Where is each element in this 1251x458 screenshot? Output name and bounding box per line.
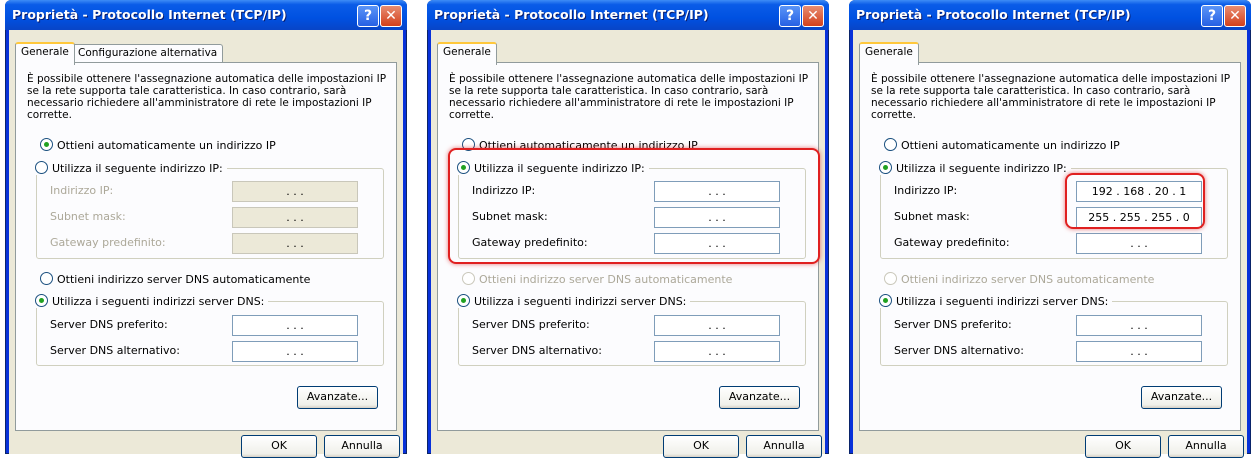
cancel-button[interactable]: Annulla (746, 435, 822, 458)
radio-empty-icon (40, 272, 53, 285)
tcpip-dialog-1: Proprietà - Protocollo Internet (TCP/IP)… (5, 0, 407, 458)
dns-group-box: Server DNS preferito: . . . Server DNS a… (36, 301, 384, 366)
radio-dns-auto[interactable]: Ottieni indirizzo server DNS automaticam… (40, 272, 310, 286)
ip-address-label: Indirizzo IP: (50, 184, 114, 197)
tcpip-dialog-2: Proprietà - Protocollo Internet (TCP/IP)… (427, 0, 829, 458)
window-title: Proprietà - Protocollo Internet (TCP/IP) (12, 7, 287, 22)
subnet-mask-field[interactable]: . . . (232, 207, 358, 228)
dns-preferred-label: Server DNS preferito: (50, 318, 168, 331)
client-area: Generale Configurazione alternativa È po… (9, 30, 403, 458)
radio-empty-icon (35, 161, 48, 174)
radio-ip-manual-label: Utilizza il seguente indirizzo IP: (896, 162, 1067, 175)
cancel-button[interactable]: Annulla (1168, 435, 1244, 458)
gateway-field[interactable]: . . . (232, 233, 358, 254)
tab-generale[interactable]: Generale (15, 42, 75, 65)
help-button[interactable]: ? (779, 5, 801, 27)
tcpip-dialog-3: Proprietà - Protocollo Internet (TCP/IP)… (849, 0, 1251, 458)
title-bar[interactable]: Proprietà - Protocollo Internet (TCP/IP)… (5, 0, 407, 30)
gateway-label: Gateway predefinito: (894, 236, 1010, 249)
close-button[interactable]: ✕ (802, 5, 824, 27)
dns-group-box: Server DNS preferito: . . . Server DNS a… (880, 301, 1228, 366)
dns-preferred-label: Server DNS preferito: (472, 318, 590, 331)
radio-dns-auto-label: Ottieni indirizzo server DNS automaticam… (57, 273, 311, 286)
description-text: È possibile ottenere l'assegnazione auto… (449, 73, 809, 121)
dns-group-box: Server DNS preferito: . . . Server DNS a… (458, 301, 806, 366)
radio-ip-auto-label: Ottieni automaticamente un indirizzo IP (901, 139, 1120, 152)
subnet-mask-label: Subnet mask: (894, 210, 970, 223)
radio-dns-auto[interactable]: Ottieni indirizzo server DNS automaticam… (884, 272, 1154, 286)
radio-selected-icon (879, 294, 892, 307)
radio-empty-icon (884, 138, 897, 151)
highlight-box (1065, 173, 1205, 229)
tab-strip: Generale (437, 42, 819, 65)
client-area: Generale È possibile ottenere l'assegnaz… (431, 30, 825, 458)
window-title: Proprietà - Protocollo Internet (TCP/IP) (434, 7, 709, 22)
description-text: È possibile ottenere l'assegnazione auto… (27, 73, 387, 121)
advanced-button[interactable]: Avanzate... (719, 386, 800, 409)
radio-empty-icon (884, 272, 897, 285)
radio-ip-auto[interactable]: Ottieni automaticamente un indirizzo IP (40, 138, 276, 152)
gateway-label: Gateway predefinito: (50, 236, 166, 249)
dns-alternate-field[interactable]: . . . (232, 341, 358, 362)
radio-dns-auto-label: Ottieni indirizzo server DNS automaticam… (901, 273, 1155, 286)
window-title: Proprietà - Protocollo Internet (TCP/IP) (856, 7, 1131, 22)
tab-panel: È possibile ottenere l'assegnazione auto… (437, 62, 820, 431)
tab-generale[interactable]: Generale (437, 42, 497, 65)
tab-generale[interactable]: Generale (859, 42, 919, 65)
radio-dns-manual-label: Utilizza i seguenti indirizzi server DNS… (474, 295, 687, 308)
radio-ip-manual[interactable]: Utilizza il seguente indirizzo IP: (875, 161, 1071, 175)
radio-ip-auto-label: Ottieni automaticamente un indirizzo IP (57, 139, 276, 152)
radio-dns-manual[interactable]: Utilizza i seguenti indirizzi server DNS… (453, 294, 691, 308)
help-button[interactable]: ? (1201, 5, 1223, 27)
radio-dns-manual[interactable]: Utilizza i seguenti indirizzi server DNS… (875, 294, 1113, 308)
radio-selected-icon (457, 294, 470, 307)
dns-preferred-field[interactable]: . . . (654, 315, 780, 336)
radio-selected-icon (879, 161, 892, 174)
client-area: Generale È possibile ottenere l'assegnaz… (853, 30, 1247, 458)
radio-ip-manual[interactable]: Utilizza il seguente indirizzo IP: (31, 161, 227, 175)
advanced-button[interactable]: Avanzate... (1141, 386, 1222, 409)
dns-preferred-field[interactable]: . . . (1076, 315, 1202, 336)
highlight-box (448, 148, 820, 264)
ok-button[interactable]: OK (663, 435, 739, 458)
radio-selected-icon (40, 138, 53, 151)
radio-dns-manual[interactable]: Utilizza i seguenti indirizzi server DNS… (31, 294, 269, 308)
ip-address-field[interactable]: . . . (232, 181, 358, 202)
radio-dns-manual-label: Utilizza i seguenti indirizzi server DNS… (896, 295, 1109, 308)
ok-button[interactable]: OK (1085, 435, 1161, 458)
tab-panel: È possibile ottenere l'assegnazione auto… (859, 62, 1241, 431)
radio-empty-icon (462, 272, 475, 285)
tab-strip: Generale Configurazione alternativa (15, 42, 397, 65)
radio-ip-manual-label: Utilizza il seguente indirizzo IP: (52, 162, 223, 175)
advanced-button[interactable]: Avanzate... (297, 386, 378, 409)
close-button[interactable]: ✕ (1224, 5, 1246, 27)
title-bar[interactable]: Proprietà - Protocollo Internet (TCP/IP)… (849, 0, 1251, 30)
description-text: È possibile ottenere l'assegnazione auto… (871, 73, 1231, 121)
dns-alternate-field[interactable]: . . . (654, 341, 780, 362)
gateway-field[interactable]: . . . (1076, 233, 1202, 254)
dns-alternate-label: Server DNS alternativo: (894, 344, 1024, 357)
radio-selected-icon (35, 294, 48, 307)
tab-panel: È possibile ottenere l'assegnazione auto… (15, 62, 397, 431)
dns-alternate-field[interactable]: . . . (1076, 341, 1202, 362)
ok-button[interactable]: OK (241, 435, 317, 458)
dns-alternate-label: Server DNS alternativo: (472, 344, 602, 357)
dns-preferred-label: Server DNS preferito: (894, 318, 1012, 331)
ip-group-box: Indirizzo IP: . . . Subnet mask: . . . G… (36, 168, 384, 259)
subnet-mask-label: Subnet mask: (50, 210, 126, 223)
radio-dns-auto[interactable]: Ottieni indirizzo server DNS automaticam… (462, 272, 732, 286)
tab-configurazione-alternativa[interactable]: Configurazione alternativa (72, 44, 224, 63)
radio-dns-auto-label: Ottieni indirizzo server DNS automaticam… (479, 273, 733, 286)
tab-strip: Generale (859, 42, 1241, 65)
radio-ip-auto[interactable]: Ottieni automaticamente un indirizzo IP (884, 138, 1120, 152)
dns-alternate-label: Server DNS alternativo: (50, 344, 180, 357)
help-button[interactable]: ? (357, 5, 379, 27)
title-bar[interactable]: Proprietà - Protocollo Internet (TCP/IP)… (427, 0, 829, 30)
radio-dns-manual-label: Utilizza i seguenti indirizzi server DNS… (52, 295, 265, 308)
cancel-button[interactable]: Annulla (324, 435, 400, 458)
dns-preferred-field[interactable]: . . . (232, 315, 358, 336)
close-button[interactable]: ✕ (380, 5, 402, 27)
ip-address-label: Indirizzo IP: (894, 184, 958, 197)
